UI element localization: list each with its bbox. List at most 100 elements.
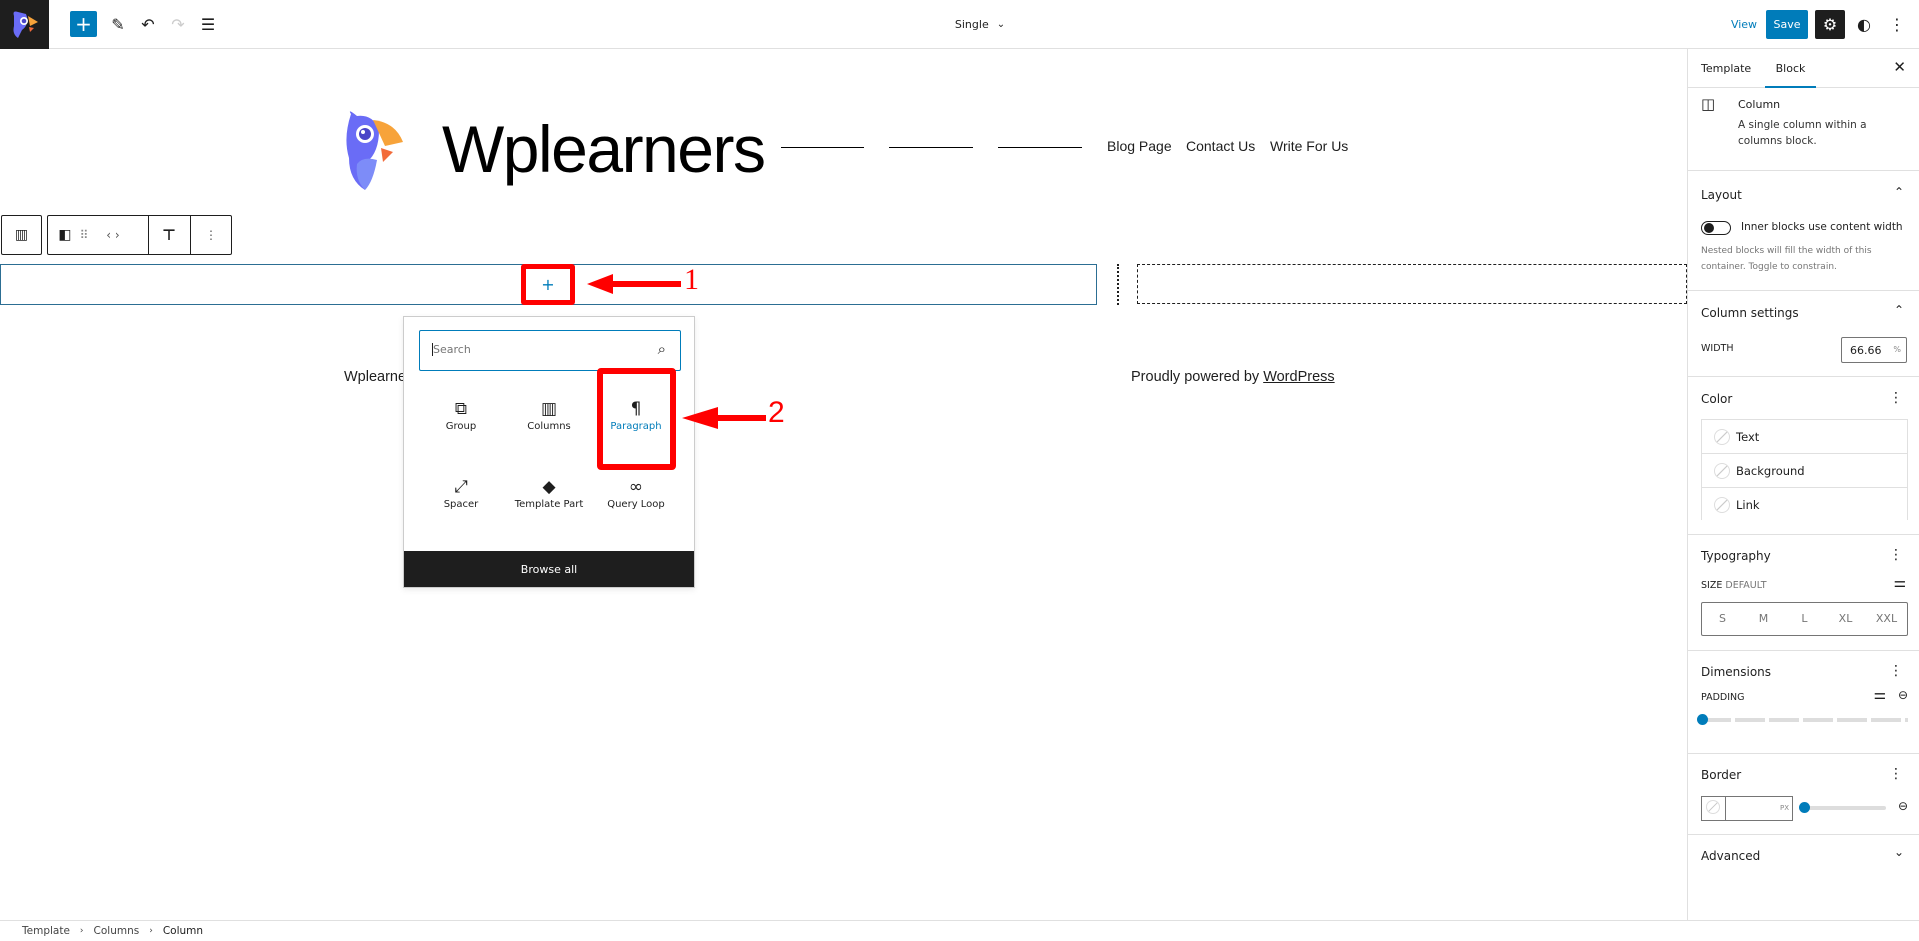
color-options-icon[interactable]: ⋮ xyxy=(1889,391,1903,405)
color-item-background[interactable]: Background xyxy=(1702,454,1908,488)
chevron-down-icon: ⌄ xyxy=(996,18,1006,30)
size-label-text: SIZE xyxy=(1701,580,1723,591)
font-size-xxl[interactable]: XXL xyxy=(1866,603,1907,635)
padding-label: PADDING xyxy=(1701,692,1745,703)
size-label: SIZE DEFAULT xyxy=(1701,580,1767,591)
chevron-down-icon: ⌄ xyxy=(1893,845,1904,859)
panel-title[interactable]: Column settings xyxy=(1701,306,1799,320)
tab-template[interactable]: Template xyxy=(1701,62,1751,75)
vertical-align-top-icon[interactable]: ⊤ xyxy=(152,224,186,246)
styles-contrast-icon[interactable]: ◐ xyxy=(1852,12,1876,36)
padding-slider[interactable] xyxy=(1697,714,1908,725)
column-resize-divider[interactable] xyxy=(1117,264,1119,305)
settings-gear-icon[interactable]: ⚙ xyxy=(1815,10,1845,39)
color-swatch-empty xyxy=(1714,463,1730,479)
inserter-item-template-part[interactable]: ◆ Template Part xyxy=(509,477,589,510)
site-title[interactable]: Wplearners xyxy=(442,111,766,187)
color-swatch-empty xyxy=(1714,497,1730,513)
nav-link-blog-page[interactable]: Blog Page xyxy=(1107,138,1172,154)
add-block-button[interactable]: + xyxy=(70,11,97,37)
panel-title[interactable]: Layout xyxy=(1701,188,1742,202)
select-parent-columns-icon[interactable]: ▥ xyxy=(1,215,42,255)
font-size-xl[interactable]: XL xyxy=(1825,603,1866,635)
block-options-icon[interactable]: ⋮ xyxy=(194,224,228,246)
site-logo-button[interactable] xyxy=(0,0,49,49)
annotation-arrow-2 xyxy=(682,407,766,429)
edit-tool-pencil-icon[interactable]: ✎ xyxy=(106,12,130,36)
color-item-link[interactable]: Link xyxy=(1702,488,1908,522)
typography-options-icon[interactable]: ⋮ xyxy=(1889,548,1903,562)
font-size-l[interactable]: L xyxy=(1784,603,1825,635)
breadcrumb-template[interactable]: Template xyxy=(22,925,70,937)
undo-icon[interactable]: ↶ xyxy=(136,12,160,36)
chevron-up-icon[interactable]: ⌃ xyxy=(1894,185,1904,199)
unlink-sides-icon[interactable]: ⊖ xyxy=(1898,688,1908,702)
item-label: Link xyxy=(1736,498,1760,512)
move-left-right-icon[interactable]: ‹ › xyxy=(98,224,128,246)
panel-title: Typography xyxy=(1701,549,1771,563)
more-options-icon[interactable]: ⋮ xyxy=(1886,12,1908,36)
wordpress-link[interactable]: WordPress xyxy=(1263,369,1334,385)
panel-color: Color ⋮ Text Background Link xyxy=(1688,377,1919,535)
color-item-text[interactable]: Text xyxy=(1702,420,1908,454)
block-toolbar-group: ◧ ⠿ ‹ › ⊤ ⋮ xyxy=(47,215,232,255)
nav-link-write-for-us[interactable]: Write For Us xyxy=(1270,138,1348,154)
inserter-item-query-loop[interactable]: ∞ Query Loop xyxy=(596,477,676,510)
toggle-label: Inner blocks use content width xyxy=(1741,221,1903,233)
border-width-input[interactable]: PX xyxy=(1701,796,1793,821)
footer-credit-text: Proudly powered by xyxy=(1131,369,1264,385)
font-size-s[interactable]: S xyxy=(1702,603,1743,635)
template-title-dropdown[interactable]: Single ⌄ xyxy=(940,14,1020,34)
chevron-up-icon[interactable]: ⌃ xyxy=(1894,303,1904,317)
font-size-m[interactable]: M xyxy=(1743,603,1784,635)
panel-title: Dimensions xyxy=(1701,665,1772,679)
width-value: 66.66 xyxy=(1850,344,1882,357)
slider-thumb[interactable] xyxy=(1799,802,1810,813)
border-options-icon[interactable]: ⋮ xyxy=(1889,767,1903,781)
content-width-toggle[interactable] xyxy=(1701,221,1731,235)
nav-link-contact-us[interactable]: Contact Us xyxy=(1186,138,1255,154)
dimensions-options-icon[interactable]: ⋮ xyxy=(1889,664,1903,678)
group-icon: ⧉ xyxy=(454,399,468,419)
query-loop-icon: ∞ xyxy=(628,477,644,497)
panel-advanced[interactable]: Advanced ⌄ xyxy=(1688,835,1919,879)
custom-size-sliders-icon[interactable]: ⚌ xyxy=(1893,575,1906,591)
list-view-icon[interactable]: ☰ xyxy=(196,12,220,36)
width-unit: % xyxy=(1893,345,1901,354)
block-breadcrumb: Template › Columns › Column xyxy=(0,920,1919,941)
panel-typography: Typography ⋮ SIZE DEFAULT ⚌ S M L XL XXL xyxy=(1688,535,1919,651)
item-label: Background xyxy=(1736,464,1805,478)
unlink-sides-icon[interactable]: ⊖ xyxy=(1898,799,1908,813)
redo-icon[interactable]: ↷ xyxy=(166,12,190,36)
border-color-swatch[interactable] xyxy=(1702,797,1726,820)
breadcrumb-columns[interactable]: Columns xyxy=(94,925,140,937)
inserter-item-columns[interactable]: ▥ Columns xyxy=(509,399,589,432)
border-width-slider[interactable] xyxy=(1799,802,1886,813)
close-sidebar-icon[interactable]: ✕ xyxy=(1893,58,1906,76)
inserter-item-spacer[interactable]: ⤢ Spacer xyxy=(421,477,501,510)
tab-block[interactable]: Block xyxy=(1765,49,1816,88)
inserter-item-group[interactable]: ⧉ Group xyxy=(421,399,501,432)
item-label: Group xyxy=(445,421,477,432)
browse-all-button[interactable]: Browse all xyxy=(404,551,694,587)
width-input[interactable]: 66.66 % xyxy=(1841,337,1907,363)
search-placeholder: Search xyxy=(432,343,471,356)
view-button[interactable]: View xyxy=(1728,14,1760,34)
spacer-icon: ⤢ xyxy=(454,477,468,497)
empty-column-block[interactable] xyxy=(1137,264,1687,304)
color-swatch-empty xyxy=(1714,429,1730,445)
annotation-box-1 xyxy=(521,264,575,305)
top-toolbar: + ✎ ↶ ↷ ☰ Single ⌄ View Save ⚙ ◐ ⋮ xyxy=(0,0,1919,49)
block-search-input[interactable]: Search ⌕ xyxy=(419,330,681,371)
slider-thumb[interactable] xyxy=(1697,714,1708,725)
search-icon: ⌕ xyxy=(657,340,666,358)
drag-handle-icon[interactable]: ⠿ xyxy=(76,224,92,246)
padding-sliders-icon[interactable]: ⚌ xyxy=(1873,687,1886,703)
parrot-logo-icon xyxy=(13,11,38,38)
nav-placeholder-line xyxy=(998,147,1082,148)
panel-border: Border ⋮ PX ⊖ xyxy=(1688,754,1919,835)
item-label: Text xyxy=(1736,430,1760,444)
column-block-icon[interactable]: ◧ xyxy=(54,224,76,246)
panel-title: Advanced xyxy=(1701,849,1761,863)
save-button[interactable]: Save xyxy=(1766,10,1808,39)
